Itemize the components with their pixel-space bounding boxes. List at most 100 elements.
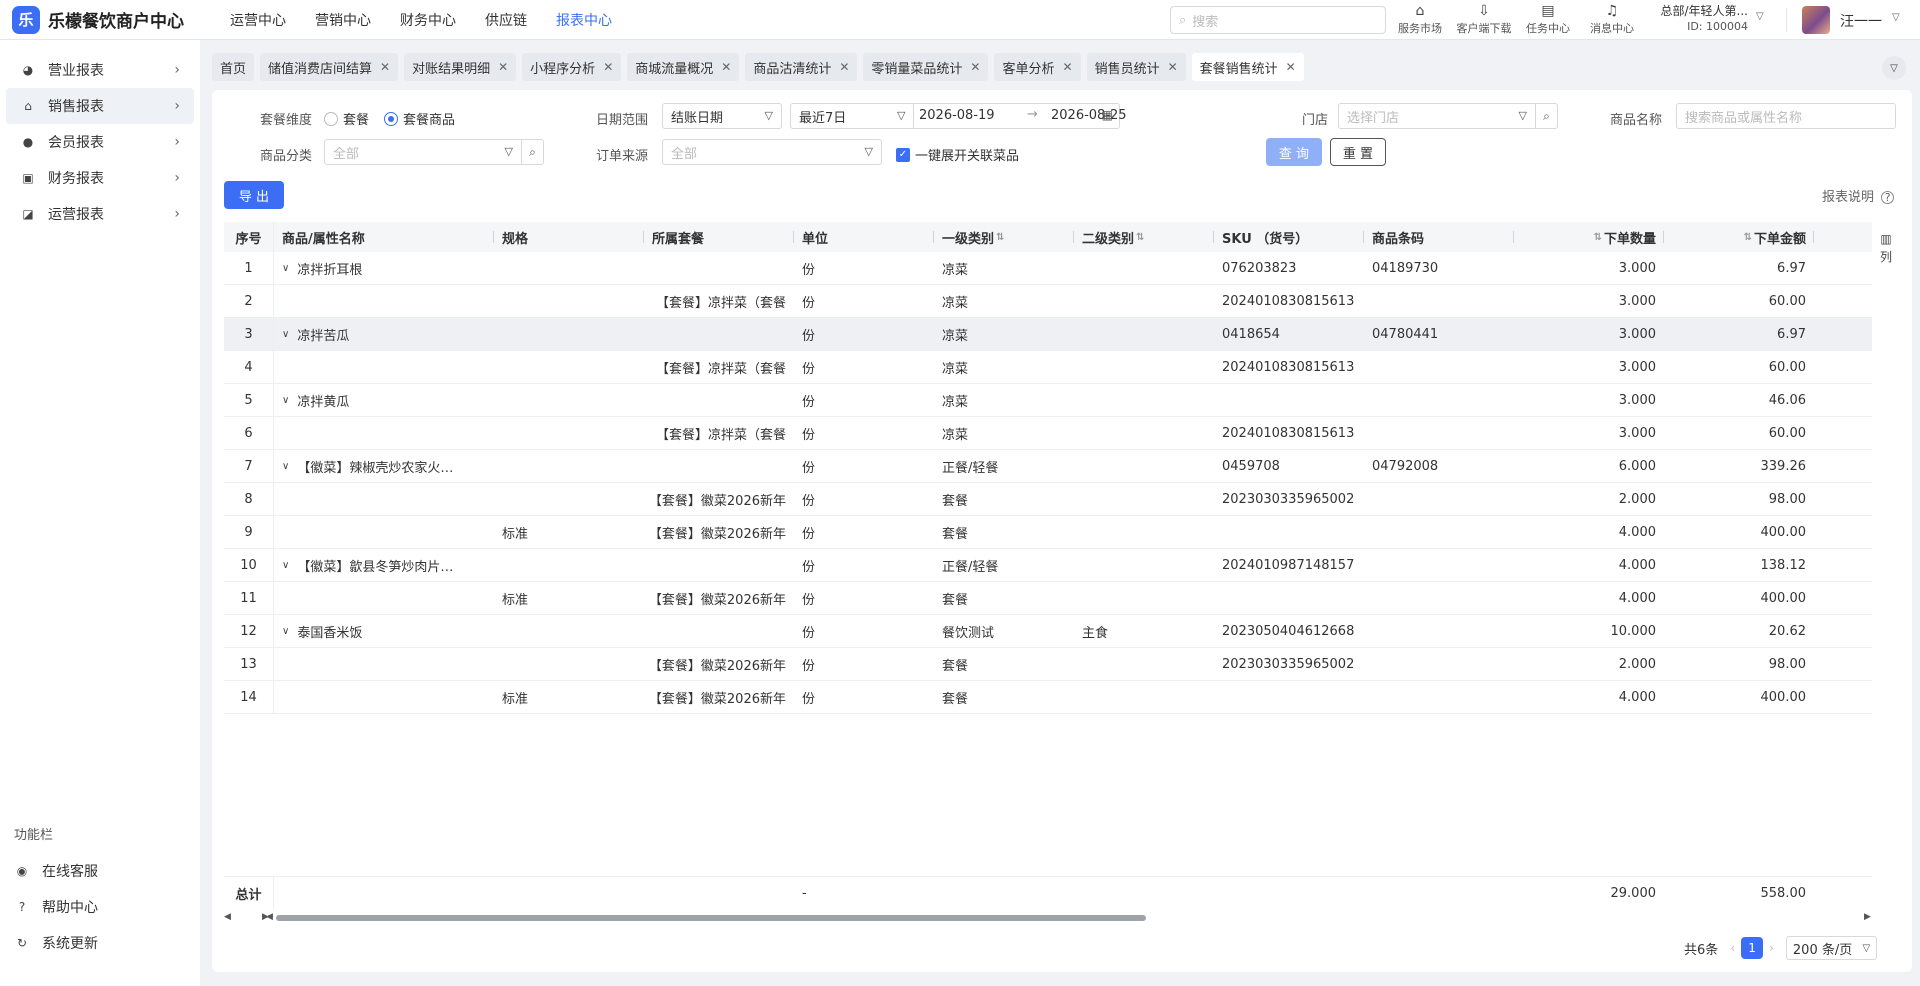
table-row[interactable]: 4 【套餐】凉拌菜（套餐份 凉菜 2024010830815613 3.000 60.00 [224, 351, 1872, 384]
table-row[interactable]: 7 ∨ 【徽菜】辣椒壳炒农家火… 份 正餐/轻餐 0459708 04792008 6.000… [224, 450, 1872, 483]
expand-related-checkbox[interactable]: ✓ 一键展开关联菜品 [896, 145, 1019, 164]
dimension-radio-package-item[interactable]: 套餐商品 [384, 109, 455, 128]
chevron-down-icon[interactable]: ▽ [1756, 11, 1764, 22]
export-button[interactable]: 导 出 [224, 181, 284, 209]
sidebar-item-finance-report[interactable]: ▣ 财务报表 › [6, 160, 194, 196]
table-row[interactable]: 9 标准 【套餐】徽菜2026新年份 套餐 4.000 400.00 [224, 516, 1872, 549]
expand-toggle-icon[interactable]: ∨ [282, 329, 289, 340]
table-row[interactable]: 8 【套餐】徽菜2026新年份 套餐 2023030335965002 2.000 98.… [224, 483, 1872, 516]
table-row[interactable]: 13 【套餐】徽菜2026新年份 套餐 2023030335965002 2.000 98… [224, 648, 1872, 681]
tab-mini-program-analysis[interactable]: 小程序分析 ✕ [522, 53, 622, 81]
table-row[interactable]: 14 标准 【套餐】徽菜2026新年份 套餐 4.000 400.00 [224, 681, 1872, 714]
expand-toggle-icon[interactable]: ∨ [282, 560, 289, 571]
sidebar-item-online-support[interactable]: ◉ 在线客服 [0, 853, 200, 889]
date-type-select[interactable]: 结账日期 ▽ [662, 103, 782, 129]
chevron-down-icon[interactable]: ▽ [1892, 12, 1900, 23]
org-switcher[interactable]: 总部/年轻人第... ID: 100004 [1648, 3, 1749, 35]
close-icon[interactable]: ✕ [839, 60, 849, 74]
prev-page-icon[interactable]: ‹ [1730, 941, 1735, 955]
tab-sold-out-stats[interactable]: 商品沽清统计 ✕ [745, 53, 858, 81]
search-icon[interactable]: ⌕ [521, 140, 543, 164]
global-search-input[interactable]: ⌕ 搜索 [1170, 6, 1386, 34]
horizontal-scrollbar[interactable]: ◀ ▶ ◀ ▶ [224, 912, 1872, 924]
table-row[interactable]: 2 【套餐】凉拌菜（套餐份 凉菜 2024010830815613 3.000 60.00 [224, 285, 1872, 318]
close-icon[interactable]: ✕ [970, 60, 980, 74]
close-icon[interactable]: ✕ [498, 60, 508, 74]
product-name-input[interactable]: 搜索商品或属性名称 [1676, 103, 1896, 129]
scroll-left-icon[interactable]: ◀ [224, 912, 231, 922]
report-help-link[interactable]: 报表说明 ? [1822, 186, 1895, 205]
scrollbar-track[interactable] [276, 915, 1856, 921]
scroll-left-icon[interactable]: ◀ [266, 912, 273, 922]
tabs-more-button[interactable]: ▽ [1882, 56, 1906, 80]
calendar-icon[interactable]: ▦ [1102, 108, 1113, 122]
topnav-item-operations[interactable]: 运营中心 [230, 10, 286, 30]
table-row[interactable]: 12 ∨ 泰国香米饭 份 餐饮测试 主食 2023050404612668 10.000 20.… [224, 615, 1872, 648]
topnav-item-reports[interactable]: 报表中心 [556, 10, 612, 30]
column-settings-button[interactable]: ▥ 列 [1876, 230, 1896, 266]
category-select[interactable]: 全部 ▽ ⌕ [324, 139, 544, 165]
store-select[interactable]: 选择门店 ▽ ⌕ [1338, 103, 1558, 129]
sidebar-item-sales-report[interactable]: ⌂ 销售报表 › [6, 88, 194, 124]
scrollbar-thumb[interactable] [276, 915, 1146, 921]
table-row[interactable]: 10 ∨ 【徽菜】歙县冬笋炒肉片… 份 正餐/轻餐 2024010987148157 4.0… [224, 549, 1872, 582]
col-header-quantity[interactable]: ⇅ 下单数量 [1514, 222, 1664, 252]
page-number-button[interactable]: 1 [1741, 937, 1764, 959]
avatar[interactable] [1802, 6, 1830, 34]
date-end-input[interactable]: 2026-08-25 [1051, 108, 1127, 123]
date-start-input[interactable]: 2026-08-19 [919, 108, 995, 123]
date-range-picker[interactable]: 最近7日 ▽ 2026-08-19 → 2026-08-25 ▦ [790, 103, 1127, 129]
reset-button[interactable]: 重 置 [1330, 138, 1386, 166]
topnav-item-supply-chain[interactable]: 供应链 [485, 10, 527, 30]
query-button[interactable]: 查 询 [1266, 138, 1322, 166]
close-icon[interactable]: ✕ [380, 60, 390, 74]
cell-name-text: 泰国香米饭 [297, 625, 363, 641]
brand[interactable]: 乐 乐檬餐饮商户中心 [12, 5, 212, 34]
tab-mall-traffic[interactable]: 商城流量概况 ✕ [627, 53, 740, 81]
expand-toggle-icon[interactable]: ∨ [282, 395, 289, 406]
table-row[interactable]: 5 ∨ 凉拌黄瓜 份 凉菜 3.000 46.06 [224, 384, 1872, 417]
tab-salesperson-stats[interactable]: 销售员统计 ✕ [1086, 53, 1186, 81]
sidebar-item-operations-report[interactable]: ◪ 运营报表 › [6, 196, 194, 232]
tool-task-center[interactable]: ▤ 任务中心 [1516, 2, 1580, 36]
close-icon[interactable]: ✕ [1286, 60, 1296, 74]
tool-service-market[interactable]: ⌂ 服务市场 [1388, 2, 1452, 36]
next-page-icon[interactable]: › [1769, 941, 1774, 955]
tab-home[interactable]: 首页 [212, 53, 255, 81]
tab-package-sales-stats[interactable]: 套餐销售统计 ✕ [1191, 53, 1304, 81]
tab-order-analysis[interactable]: 客单分析 ✕ [994, 53, 1081, 81]
topnav-item-marketing[interactable]: 营销中心 [315, 10, 371, 30]
expand-toggle-icon[interactable]: ∨ [282, 626, 289, 637]
cell-name [274, 351, 494, 383]
expand-toggle-icon[interactable]: ∨ [282, 263, 289, 274]
close-icon[interactable]: ✕ [603, 60, 613, 74]
sidebar-item-business-report[interactable]: ◕ 营业报表 › [6, 52, 194, 88]
search-icon[interactable]: ⌕ [1535, 104, 1557, 128]
sidebar-item-system-update[interactable]: ↻ 系统更新 [0, 925, 200, 961]
close-icon[interactable]: ✕ [1063, 60, 1073, 74]
tab-zero-sales-stats[interactable]: 零销量菜品统计 ✕ [863, 53, 989, 81]
tool-client-download[interactable]: ⇩ 客户端下载 [1452, 2, 1516, 36]
scroll-right-icon[interactable]: ▶ [1864, 912, 1871, 922]
table-row[interactable]: 11 标准 【套餐】徽菜2026新年份 套餐 4.000 400.00 [224, 582, 1872, 615]
sidebar-item-help-center[interactable]: ? 帮助中心 [0, 889, 200, 925]
table-row[interactable]: 1 ∨ 凉拌折耳根 份 凉菜 076203823 04189730 3.000 6.97 [224, 252, 1872, 285]
table-row[interactable]: 6 【套餐】凉拌菜（套餐份 凉菜 2024010830815613 3.000 60.00 [224, 417, 1872, 450]
col-header-category1[interactable]: 一级类别 [934, 222, 1074, 252]
tab-reconciliation-detail[interactable]: 对账结果明细 ✕ [404, 53, 517, 81]
expand-toggle-icon[interactable]: ∨ [282, 461, 289, 472]
page-size-select[interactable]: 200 条/页 ▽ [1785, 936, 1878, 960]
close-icon[interactable]: ✕ [721, 60, 731, 74]
tool-message-center[interactable]: ♫ 消息中心 [1580, 2, 1644, 36]
sidebar-item-member-report[interactable]: ● 会员报表 › [6, 124, 194, 160]
close-icon[interactable]: ✕ [1168, 60, 1178, 74]
dimension-radio-package[interactable]: 套餐 [324, 109, 369, 128]
user-name[interactable]: 汪一一 [1840, 11, 1882, 31]
column-resizer[interactable] [1813, 231, 1814, 243]
col-header-category2[interactable]: 二级类别 [1074, 222, 1214, 252]
order-source-select[interactable]: 全部 ▽ [662, 139, 882, 165]
col-header-amount[interactable]: ⇅ 下单金额 [1664, 222, 1814, 252]
tab-stored-value-settlement[interactable]: 储值消费店间结算 ✕ [260, 53, 399, 81]
topnav-item-finance[interactable]: 财务中心 [400, 10, 456, 30]
table-row[interactable]: 3 ∨ 凉拌苦瓜 份 凉菜 0418654 04780441 3.000 6.97 [224, 318, 1872, 351]
